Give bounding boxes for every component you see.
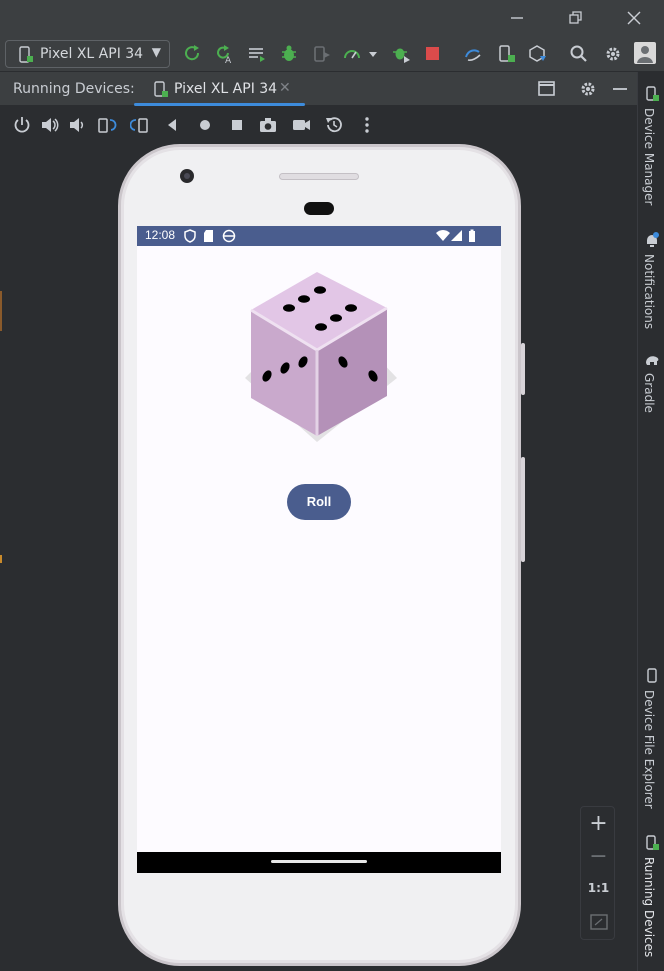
left-edge-marker: [0, 555, 2, 563]
tool-window-settings-icon[interactable]: [578, 79, 598, 99]
zoom-controls: + − 1:1: [580, 806, 615, 940]
main-toolbar: Pixel XL API 34 ▼ A: [0, 36, 664, 72]
apply-code-changes-icon[interactable]: A: [214, 44, 234, 66]
left-edge-marker: [0, 291, 2, 331]
gradle-elephant-icon: [644, 351, 660, 367]
svg-text:A: A: [225, 56, 232, 64]
home-icon[interactable]: [195, 115, 215, 135]
account-avatar-icon[interactable]: [634, 42, 656, 64]
minimize-icon[interactable]: [507, 8, 527, 28]
running-devices-header: Running Devices: Pixel XL API 34 ✕: [0, 72, 637, 106]
emulator-controls: [0, 107, 637, 141]
zoom-out-button[interactable]: −: [581, 844, 616, 869]
notifications-tab[interactable]: Notifications: [642, 254, 656, 329]
roll-button[interactable]: Roll: [287, 484, 351, 520]
tab-label: Pixel XL API 34: [174, 81, 278, 97]
device-manager-icon: [644, 86, 660, 102]
window-title-bar: [0, 0, 664, 36]
debug-bug-icon[interactable]: [279, 44, 299, 64]
phone-screen: 12:08 Roll: [137, 226, 501, 873]
running-devices-tab[interactable]: Running Devices: [642, 857, 656, 957]
settings-gear-icon[interactable]: [603, 44, 623, 64]
phone-device-icon: [19, 46, 33, 63]
screen-record-icon[interactable]: [291, 115, 311, 135]
zoom-in-button[interactable]: +: [581, 811, 616, 836]
device-manager-icon[interactable]: [497, 44, 517, 64]
front-camera-icon: [180, 169, 194, 183]
logcat-icon[interactable]: [247, 44, 267, 64]
front-sensor: [304, 202, 334, 215]
phone-device-icon: [154, 81, 168, 97]
rotate-left-icon[interactable]: [97, 115, 117, 135]
overview-icon[interactable]: [227, 115, 247, 135]
chevron-down-icon[interactable]: [367, 44, 379, 64]
device-file-explorer-tab[interactable]: Device File Explorer: [642, 690, 656, 809]
device-manager-tab[interactable]: Device Manager: [642, 108, 656, 205]
attach-process-icon[interactable]: [391, 44, 411, 64]
snapshot-icon[interactable]: [324, 115, 344, 135]
close-window-icon[interactable]: [624, 8, 644, 28]
device-file-explorer-icon: [644, 668, 660, 684]
tool-window-title: Running Devices:: [13, 81, 135, 97]
cellular-signal-icon: [451, 230, 462, 241]
dice-image: [245, 272, 397, 442]
home-gesture-handle[interactable]: [271, 860, 367, 863]
status-time: 12:08: [145, 228, 176, 242]
window-layout-icon[interactable]: [537, 79, 557, 99]
search-icon[interactable]: [569, 44, 589, 64]
stop-icon[interactable]: [423, 44, 443, 64]
profiler-icon[interactable]: [342, 44, 362, 64]
volume-up-icon[interactable]: [40, 115, 60, 135]
earpiece-speaker: [279, 173, 359, 180]
zoom-actual-size-button[interactable]: 1:1: [581, 881, 616, 895]
apply-changes-restart-icon[interactable]: [183, 44, 203, 64]
shield-icon: [184, 229, 196, 243]
navigation-bar: [137, 852, 501, 873]
sdk-manager-icon[interactable]: [528, 44, 548, 64]
phone-side-button[interactable]: [521, 343, 525, 395]
zoom-fit-icon[interactable]: [581, 911, 616, 935]
back-icon[interactable]: [163, 115, 183, 135]
sync-gradle-icon[interactable]: [463, 44, 483, 64]
phone-side-button[interactable]: [521, 457, 525, 562]
status-bar: 12:08: [137, 226, 501, 246]
wifi-icon: [436, 230, 450, 241]
attach-debugger-icon[interactable]: [312, 44, 332, 64]
more-options-icon[interactable]: [357, 115, 377, 135]
volume-down-icon[interactable]: [68, 115, 88, 135]
tab-pixel-xl-api-34[interactable]: Pixel XL API 34 ✕: [134, 72, 305, 106]
battery-icon: [469, 229, 475, 242]
hide-panel-icon[interactable]: [610, 79, 630, 99]
camera-icon[interactable]: [258, 115, 278, 135]
android-face-icon: [222, 229, 236, 243]
notifications-bell-icon: [644, 232, 660, 248]
gradle-tab[interactable]: Gradle: [642, 373, 656, 413]
restore-icon[interactable]: [565, 8, 585, 28]
power-icon[interactable]: [12, 115, 32, 135]
active-tab-indicator: [134, 103, 305, 106]
device-selector-dropdown[interactable]: Pixel XL API 34 ▼: [5, 40, 170, 68]
running-devices-icon: [644, 835, 660, 851]
right-tool-strip: Device Manager Notifications Gradle Devi…: [637, 72, 664, 971]
rotate-right-icon[interactable]: [129, 115, 150, 135]
close-tab-icon[interactable]: ✕: [279, 80, 291, 96]
device-selector-label: Pixel XL API 34: [40, 46, 144, 62]
sd-card-icon: [204, 230, 213, 242]
chevron-down-icon: ▼: [151, 45, 161, 59]
